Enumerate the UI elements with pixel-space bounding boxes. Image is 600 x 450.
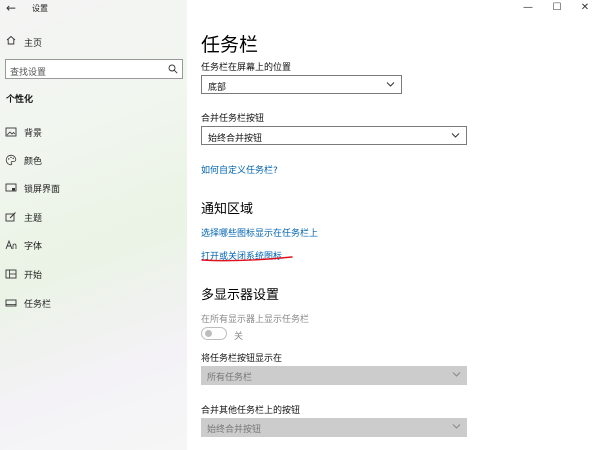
- sidebar: ← 设置 主页 个性化 背景 颜色 锁屏界面: [0, 0, 187, 450]
- show-buttons-on-dropdown[interactable]: 所有任务栏: [201, 366, 467, 385]
- sidebar-item-label: 背景: [24, 129, 43, 139]
- sidebar-item-home[interactable]: 主页: [0, 32, 187, 52]
- close-button[interactable]: ✕: [570, 0, 600, 16]
- sidebar-item-themes[interactable]: 主题: [0, 206, 187, 228]
- dropdown-value: 始终合并按钮: [207, 425, 262, 435]
- start-icon: [5, 269, 17, 279]
- customize-taskbar-link[interactable]: 如何自定义任务栏?: [201, 163, 278, 176]
- lock-screen-icon: [5, 183, 17, 192]
- position-dropdown[interactable]: 底部: [201, 75, 402, 94]
- toggle-state-label: 关: [234, 332, 244, 342]
- dropdown-value: 始终合并按钮: [208, 134, 263, 144]
- dropdown-value: 底部: [208, 83, 227, 93]
- red-annotation-underline: [201, 256, 293, 262]
- section-title: 个性化: [6, 95, 34, 105]
- sidebar-item-label: 开始: [24, 271, 43, 281]
- sidebar-item-fonts[interactable]: 字体: [0, 234, 187, 256]
- sidebar-item-start[interactable]: 开始: [0, 263, 187, 285]
- search-input[interactable]: [6, 64, 156, 82]
- maximize-button[interactable]: ☐: [542, 0, 572, 16]
- select-icons-link[interactable]: 选择哪些图标显示在任务栏上: [201, 226, 318, 239]
- sidebar-item-colors[interactable]: 颜色: [0, 149, 187, 171]
- combine-other-dropdown[interactable]: 始终合并按钮: [201, 418, 467, 437]
- search-box[interactable]: [5, 59, 183, 82]
- combine-dropdown[interactable]: 始终合并按钮: [201, 126, 467, 145]
- app-title: 设置: [32, 4, 48, 13]
- search-icon[interactable]: [168, 64, 178, 74]
- show-all-displays-label: 在所有显示器上显示任务栏: [201, 315, 310, 325]
- chevron-down-icon: [386, 82, 395, 87]
- show-buttons-on-label: 将任务栏按钮显示在: [201, 354, 283, 364]
- main-panel: — ☐ ✕ 任务栏 任务栏在屏幕上的位置 底部 合并任务栏按钮 始终合并按钮 如…: [187, 0, 600, 450]
- sidebar-item-label: 字体: [24, 242, 43, 252]
- position-label: 任务栏在屏幕上的位置: [201, 63, 292, 73]
- combine-label: 合并任务栏按钮: [201, 114, 265, 124]
- minimize-button[interactable]: —: [513, 0, 543, 16]
- font-icon: [5, 239, 17, 250]
- sidebar-item-label: 颜色: [24, 157, 43, 167]
- image-icon: [5, 127, 17, 137]
- dropdown-value: 所有任务栏: [207, 373, 253, 383]
- sidebar-item-label: 锁屏界面: [24, 185, 61, 195]
- notification-area-heading: 通知区域: [201, 202, 254, 217]
- sidebar-item-background[interactable]: 背景: [0, 121, 187, 143]
- chevron-down-icon: [451, 133, 460, 138]
- title-bar: ← 设置: [0, 0, 187, 18]
- chevron-down-icon: [452, 372, 461, 377]
- multi-display-heading: 多显示器设置: [201, 288, 280, 303]
- chevron-down-icon: [452, 424, 461, 429]
- taskbar-icon: [5, 299, 17, 307]
- combine-other-label: 合并其他任务栏上的按钮: [201, 406, 301, 416]
- page-title: 任务栏: [201, 34, 259, 56]
- sidebar-item-label: 主页: [24, 39, 43, 49]
- toggle-knob: [205, 330, 212, 337]
- back-button[interactable]: ←: [2, 0, 20, 16]
- sidebar-item-label: 主题: [24, 214, 43, 224]
- palette-icon: [5, 154, 17, 166]
- sidebar-item-label: 任务栏: [24, 300, 52, 310]
- theme-icon: [5, 212, 16, 222]
- home-icon: [6, 35, 16, 45]
- sidebar-item-taskbar[interactable]: 任务栏: [0, 292, 187, 314]
- show-all-displays-toggle[interactable]: [201, 327, 227, 340]
- sidebar-item-lock-screen[interactable]: 锁屏界面: [0, 177, 187, 199]
